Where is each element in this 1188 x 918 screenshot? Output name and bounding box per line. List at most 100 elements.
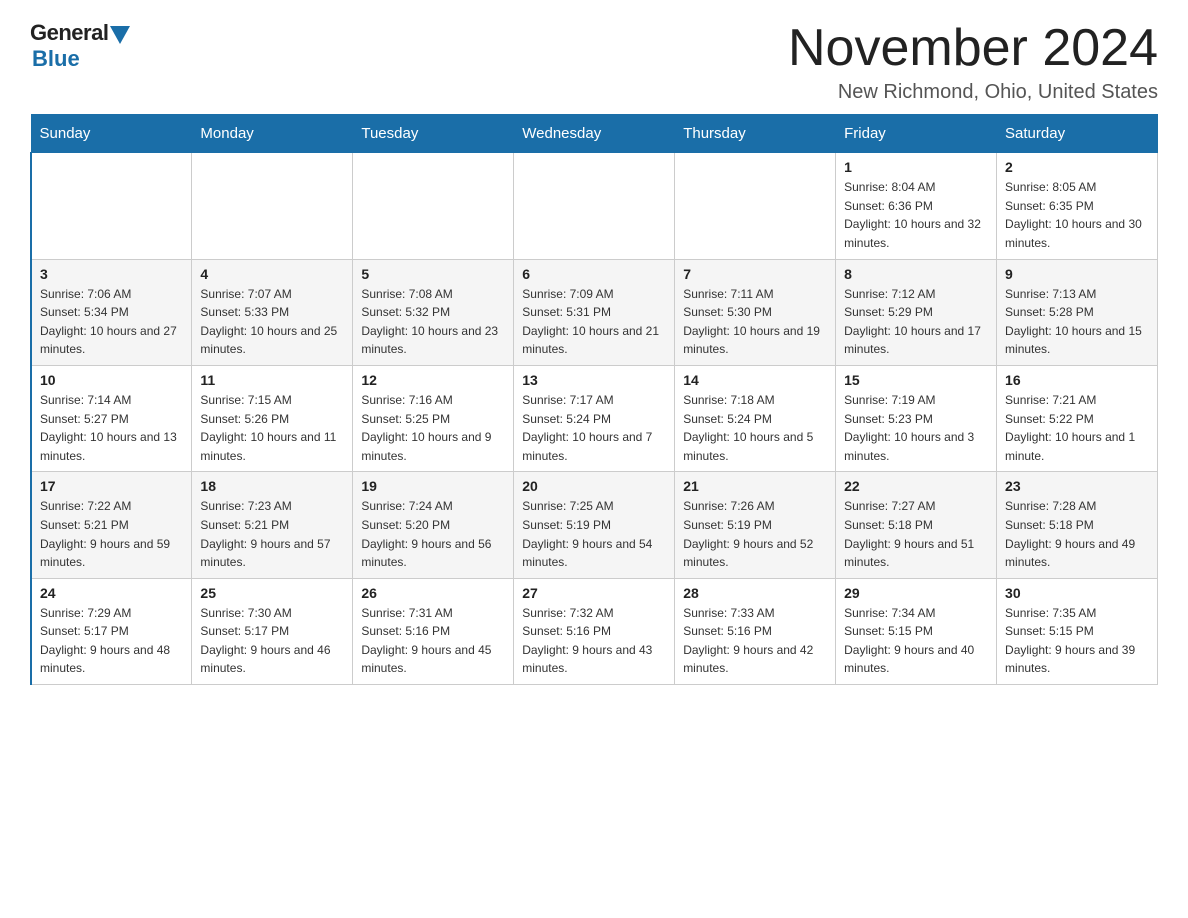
calendar-cell: 8 Sunrise: 7:12 AMSunset: 5:29 PMDaylight…: [836, 259, 997, 365]
calendar-cell: 19Sunrise: 7:24 AMSunset: 5:20 PMDayligh…: [353, 472, 514, 578]
day-info: Sunrise: 7:31 AMSunset: 5:16 PMDaylight:…: [361, 604, 505, 678]
day-info: Sunrise: 8:05 AMSunset: 6:35 PMDaylight:…: [1005, 178, 1149, 252]
header-wednesday: Wednesday: [514, 115, 675, 153]
day-number: 27: [522, 585, 666, 601]
day-info: Sunrise: 7:17 AMSunset: 5:24 PMDaylight:…: [522, 391, 666, 465]
calendar-cell: 2 Sunrise: 8:05 AMSunset: 6:35 PMDaylight…: [997, 153, 1158, 259]
day-number: 22: [844, 478, 988, 494]
calendar-row: 3 Sunrise: 7:06 AMSunset: 5:34 PMDaylight…: [31, 259, 1158, 365]
header-saturday: Saturday: [997, 115, 1158, 153]
day-number: 7: [683, 266, 827, 282]
day-info: Sunrise: 7:21 AMSunset: 5:22 PMDaylight:…: [1005, 391, 1149, 465]
calendar-cell: 4 Sunrise: 7:07 AMSunset: 5:33 PMDaylight…: [192, 259, 353, 365]
day-info: Sunrise: 7:07 AMSunset: 5:33 PMDaylight:…: [200, 285, 344, 359]
day-number: 25: [200, 585, 344, 601]
page-header: General Blue November 2024 New Richmond,…: [30, 20, 1158, 104]
calendar-cell: 24 Sunrise: 7:29 AMSunset: 5:17 PMDayligh…: [31, 578, 192, 684]
calendar-cell: 23 Sunrise: 7:28 AMSunset: 5:18 PMDayligh…: [997, 472, 1158, 578]
day-number: 16: [1005, 372, 1149, 388]
day-info: Sunrise: 7:34 AMSunset: 5:15 PMDaylight:…: [844, 604, 988, 678]
day-number: 8: [844, 266, 988, 282]
calendar-cell: 1 Sunrise: 8:04 AMSunset: 6:36 PMDaylight…: [836, 153, 997, 259]
day-info: Sunrise: 7:35 AMSunset: 5:15 PMDaylight:…: [1005, 604, 1149, 678]
calendar-cell: 25Sunrise: 7:30 AMSunset: 5:17 PMDayligh…: [192, 578, 353, 684]
logo-arrow-icon: [110, 26, 130, 44]
day-number: 11: [200, 372, 344, 388]
day-info: Sunrise: 7:22 AMSunset: 5:21 PMDaylight:…: [40, 497, 183, 571]
calendar-cell: 27 Sunrise: 7:32 AMSunset: 5:16 PMDayligh…: [514, 578, 675, 684]
calendar-cell: [31, 153, 192, 259]
day-number: 19: [361, 478, 505, 494]
calendar-cell: 21Sunrise: 7:26 AMSunset: 5:19 PMDayligh…: [675, 472, 836, 578]
calendar-cell: 6Sunrise: 7:09 AMSunset: 5:31 PMDaylight…: [514, 259, 675, 365]
day-info: Sunrise: 7:27 AMSunset: 5:18 PMDaylight:…: [844, 497, 988, 571]
day-info: Sunrise: 7:19 AMSunset: 5:23 PMDaylight:…: [844, 391, 988, 465]
day-info: Sunrise: 7:08 AMSunset: 5:32 PMDaylight:…: [361, 285, 505, 359]
logo-general-text: General: [30, 20, 108, 46]
day-info: Sunrise: 7:09 AMSunset: 5:31 PMDaylight:…: [522, 285, 666, 359]
calendar-cell: 30Sunrise: 7:35 AMSunset: 5:15 PMDayligh…: [997, 578, 1158, 684]
day-number: 26: [361, 585, 505, 601]
day-number: 15: [844, 372, 988, 388]
calendar-row: 24 Sunrise: 7:29 AMSunset: 5:17 PMDayligh…: [31, 578, 1158, 684]
day-number: 10: [40, 372, 183, 388]
subtitle: New Richmond, Ohio, United States: [788, 81, 1158, 104]
day-info: Sunrise: 7:16 AMSunset: 5:25 PMDaylight:…: [361, 391, 505, 465]
calendar-cell: [675, 153, 836, 259]
day-number: 4: [200, 266, 344, 282]
header-thursday: Thursday: [675, 115, 836, 153]
day-number: 2: [1005, 159, 1149, 175]
day-info: Sunrise: 8:04 AMSunset: 6:36 PMDaylight:…: [844, 178, 988, 252]
calendar-cell: 9Sunrise: 7:13 AMSunset: 5:28 PMDaylight…: [997, 259, 1158, 365]
day-number: 17: [40, 478, 183, 494]
calendar-cell: 3 Sunrise: 7:06 AMSunset: 5:34 PMDaylight…: [31, 259, 192, 365]
day-info: Sunrise: 7:26 AMSunset: 5:19 PMDaylight:…: [683, 497, 827, 571]
day-number: 14: [683, 372, 827, 388]
calendar-table: Sunday Monday Tuesday Wednesday Thursday…: [30, 114, 1158, 685]
calendar-row: 17 Sunrise: 7:22 AMSunset: 5:21 PMDayligh…: [31, 472, 1158, 578]
calendar-cell: 15 Sunrise: 7:19 AMSunset: 5:23 PMDayligh…: [836, 365, 997, 471]
calendar-cell: 28Sunrise: 7:33 AMSunset: 5:16 PMDayligh…: [675, 578, 836, 684]
day-info: Sunrise: 7:12 AMSunset: 5:29 PMDaylight:…: [844, 285, 988, 359]
calendar-cell: 17 Sunrise: 7:22 AMSunset: 5:21 PMDayligh…: [31, 472, 192, 578]
calendar-cell: 12 Sunrise: 7:16 AMSunset: 5:25 PMDayligh…: [353, 365, 514, 471]
calendar-cell: 5 Sunrise: 7:08 AMSunset: 5:32 PMDaylight…: [353, 259, 514, 365]
day-info: Sunrise: 7:28 AMSunset: 5:18 PMDaylight:…: [1005, 497, 1149, 571]
calendar-cell: 18Sunrise: 7:23 AMSunset: 5:21 PMDayligh…: [192, 472, 353, 578]
calendar-cell: [192, 153, 353, 259]
calendar-cell: 29Sunrise: 7:34 AMSunset: 5:15 PMDayligh…: [836, 578, 997, 684]
day-info: Sunrise: 7:11 AMSunset: 5:30 PMDaylight:…: [683, 285, 827, 359]
calendar-cell: 11Sunrise: 7:15 AMSunset: 5:26 PMDayligh…: [192, 365, 353, 471]
day-number: 24: [40, 585, 183, 601]
calendar-cell: 10 Sunrise: 7:14 AMSunset: 5:27 PMDayligh…: [31, 365, 192, 471]
logo-blue-text: Blue: [32, 46, 80, 72]
calendar-cell: 16 Sunrise: 7:21 AMSunset: 5:22 PMDayligh…: [997, 365, 1158, 471]
day-info: Sunrise: 7:29 AMSunset: 5:17 PMDaylight:…: [40, 604, 183, 678]
title-section: November 2024 New Richmond, Ohio, United…: [788, 20, 1158, 104]
day-info: Sunrise: 7:06 AMSunset: 5:34 PMDaylight:…: [40, 285, 183, 359]
day-number: 12: [361, 372, 505, 388]
calendar-cell: [514, 153, 675, 259]
calendar-cell: 20Sunrise: 7:25 AMSunset: 5:19 PMDayligh…: [514, 472, 675, 578]
header-tuesday: Tuesday: [353, 115, 514, 153]
day-number: 20: [522, 478, 666, 494]
day-info: Sunrise: 7:13 AMSunset: 5:28 PMDaylight:…: [1005, 285, 1149, 359]
page-title: November 2024: [788, 20, 1158, 77]
day-number: 5: [361, 266, 505, 282]
day-number: 3: [40, 266, 183, 282]
weekday-header-row: Sunday Monday Tuesday Wednesday Thursday…: [31, 115, 1158, 153]
calendar-cell: 26 Sunrise: 7:31 AMSunset: 5:16 PMDayligh…: [353, 578, 514, 684]
day-info: Sunrise: 7:32 AMSunset: 5:16 PMDaylight:…: [522, 604, 666, 678]
calendar-cell: 7 Sunrise: 7:11 AMSunset: 5:30 PMDaylight…: [675, 259, 836, 365]
day-number: 28: [683, 585, 827, 601]
calendar-cell: 13 Sunrise: 7:17 AMSunset: 5:24 PMDayligh…: [514, 365, 675, 471]
day-number: 13: [522, 372, 666, 388]
day-info: Sunrise: 7:14 AMSunset: 5:27 PMDaylight:…: [40, 391, 183, 465]
logo: General Blue: [30, 20, 130, 72]
calendar-cell: 14 Sunrise: 7:18 AMSunset: 5:24 PMDayligh…: [675, 365, 836, 471]
calendar-cell: 22 Sunrise: 7:27 AMSunset: 5:18 PMDayligh…: [836, 472, 997, 578]
calendar-cell: [353, 153, 514, 259]
day-number: 1: [844, 159, 988, 175]
day-number: 23: [1005, 478, 1149, 494]
day-info: Sunrise: 7:18 AMSunset: 5:24 PMDaylight:…: [683, 391, 827, 465]
